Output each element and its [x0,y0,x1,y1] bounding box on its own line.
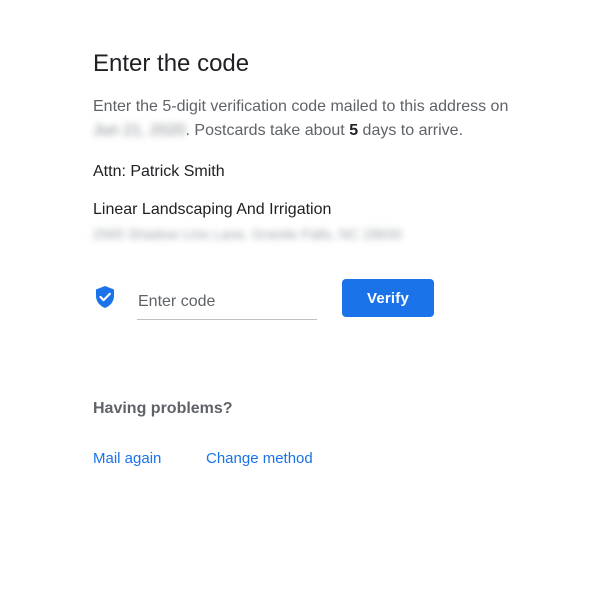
description-prefix: Enter the 5-digit verification code mail… [93,98,509,115]
attention-line: Attn: Patrick Smith [93,163,225,180]
business-name: Linear Landscaping And Irrigation [93,201,332,218]
code-input[interactable] [137,284,317,320]
change-method-link[interactable]: Change method [206,447,313,471]
delivery-days: 5 [349,122,359,139]
help-heading: Having problems? [93,400,233,417]
mail-again-link[interactable]: Mail again [93,447,161,471]
verified-shield-icon [94,285,116,309]
business-address-redacted: 2565 Shadow Line Lane, Granite Falls, NC… [93,226,402,242]
description-text: Enter the 5-digit verification code mail… [93,95,553,143]
mailed-date-redacted: Jun 21, 2020 [93,122,186,139]
verify-button[interactable]: Verify [342,279,434,317]
description-suffix: days to arrive. [358,122,464,139]
page-title: Enter the code [93,50,250,77]
description-mid: . Postcards take about [185,122,350,139]
